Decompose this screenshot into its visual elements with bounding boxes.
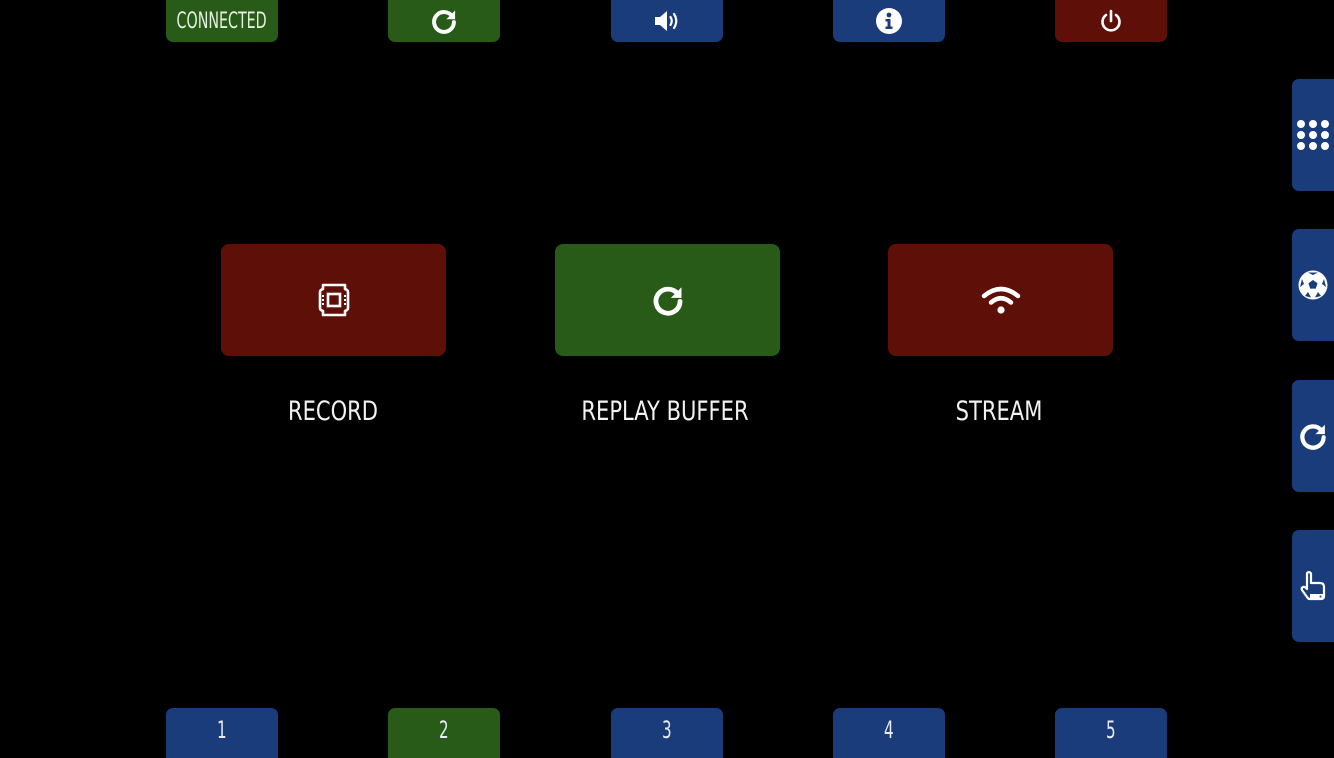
stream-label: STREAM bbox=[955, 396, 1043, 427]
grid-icon bbox=[1296, 119, 1330, 151]
refresh-icon bbox=[651, 283, 685, 317]
info-icon bbox=[875, 7, 903, 35]
replay-buffer-button[interactable] bbox=[555, 244, 780, 356]
refresh-icon bbox=[430, 7, 458, 35]
side-touch-button[interactable] bbox=[1292, 530, 1334, 642]
volume-icon bbox=[652, 8, 682, 34]
page-button-3[interactable]: 3 bbox=[611, 708, 723, 758]
page-number: 3 bbox=[662, 716, 672, 744]
page-number: 4 bbox=[884, 716, 894, 744]
page-button-4[interactable]: 4 bbox=[833, 708, 945, 758]
volume-button[interactable] bbox=[611, 0, 723, 42]
power-button[interactable] bbox=[1055, 0, 1167, 42]
reconnect-button[interactable] bbox=[388, 0, 500, 42]
page-number: 2 bbox=[439, 716, 449, 744]
replay-buffer-label: REPLAY BUFFER bbox=[581, 396, 749, 427]
side-scenes-button[interactable] bbox=[1292, 229, 1334, 341]
power-icon bbox=[1098, 8, 1124, 34]
wifi-icon bbox=[981, 285, 1021, 315]
connection-status-text: CONNECTED bbox=[176, 8, 268, 34]
page-number: 1 bbox=[217, 716, 227, 744]
film-icon bbox=[318, 282, 350, 318]
page-number: 5 bbox=[1106, 716, 1116, 744]
connection-status-badge[interactable]: CONNECTED bbox=[166, 0, 278, 42]
side-refresh-button[interactable] bbox=[1292, 380, 1334, 492]
page-button-5[interactable]: 5 bbox=[1055, 708, 1167, 758]
info-button[interactable] bbox=[833, 0, 945, 42]
record-button[interactable] bbox=[221, 244, 446, 356]
stream-button[interactable] bbox=[888, 244, 1113, 356]
soccer-ball-icon bbox=[1297, 269, 1329, 301]
touch-hand-icon bbox=[1298, 570, 1328, 602]
record-label: RECORD bbox=[287, 396, 379, 427]
page-button-2[interactable]: 2 bbox=[388, 708, 500, 758]
page-button-1[interactable]: 1 bbox=[166, 708, 278, 758]
side-grid-button[interactable] bbox=[1292, 79, 1334, 191]
refresh-icon bbox=[1298, 421, 1328, 451]
